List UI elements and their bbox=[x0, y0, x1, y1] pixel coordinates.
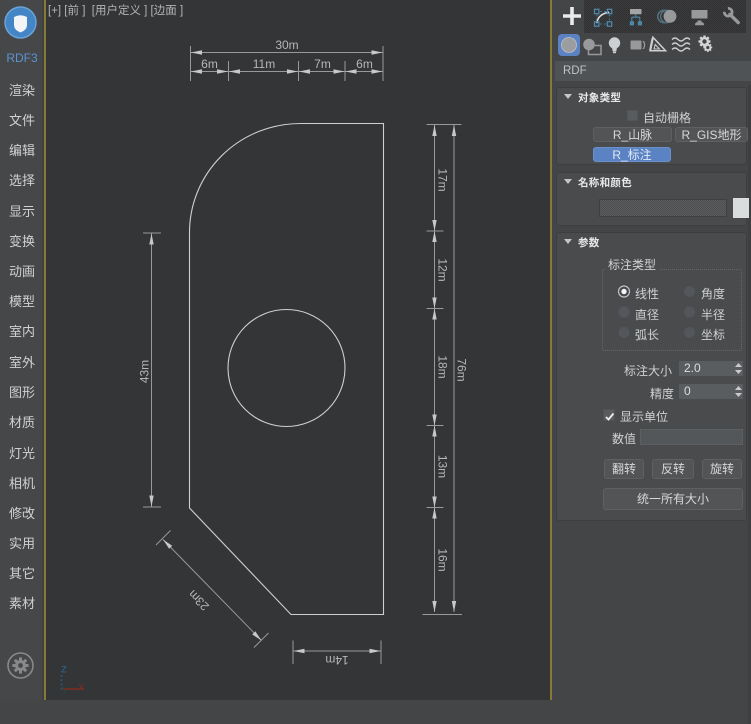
svg-text:6m: 6m bbox=[201, 57, 218, 71]
svg-text:23m: 23m bbox=[185, 587, 211, 613]
svg-text:43m: 43m bbox=[138, 360, 152, 383]
svg-text:30m: 30m bbox=[275, 38, 298, 52]
svg-text:18m: 18m bbox=[436, 355, 450, 378]
svg-text:11m: 11m bbox=[253, 57, 275, 71]
svg-text:16m: 16m bbox=[436, 548, 450, 571]
svg-text:13m: 13m bbox=[436, 455, 450, 478]
svg-text:7m: 7m bbox=[314, 57, 331, 71]
svg-text:6m: 6m bbox=[356, 57, 373, 71]
svg-text:12m: 12m bbox=[436, 258, 450, 281]
svg-text:Z: Z bbox=[61, 665, 67, 676]
svg-text:76m: 76m bbox=[455, 358, 469, 381]
svg-text:14m: 14m bbox=[325, 653, 348, 667]
svg-text:17m: 17m bbox=[436, 168, 450, 191]
svg-text:X: X bbox=[78, 683, 85, 694]
